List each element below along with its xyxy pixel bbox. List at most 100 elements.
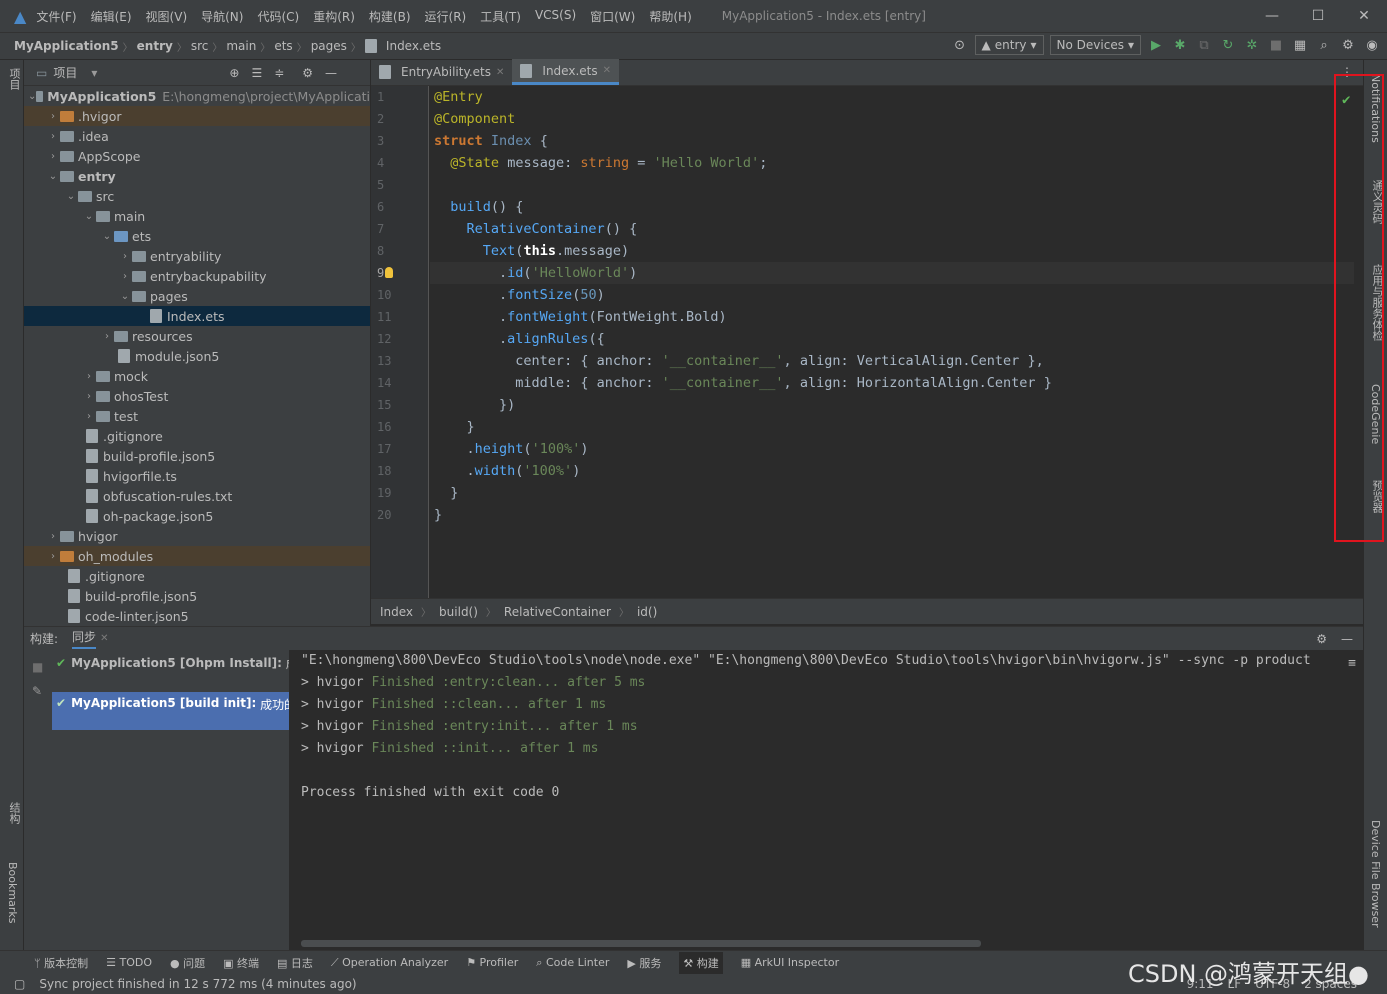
tree-row[interactable]: › ohosTest xyxy=(24,386,370,406)
menu-build[interactable]: 构建(B) xyxy=(369,8,411,25)
close-icon[interactable]: ✕ xyxy=(496,67,504,78)
crumb-file[interactable]: Index.ets xyxy=(386,39,441,53)
locate-icon[interactable]: ⊕ xyxy=(229,66,239,80)
maximize-icon[interactable]: ☐ xyxy=(1295,0,1341,32)
tree-row[interactable]: module.json5 xyxy=(24,346,370,366)
menu-file[interactable]: 文件(F) xyxy=(36,8,76,25)
crumb-main[interactable]: main xyxy=(226,39,256,53)
horizontal-scrollbar[interactable] xyxy=(301,940,981,947)
tree-row[interactable]: › resources xyxy=(24,326,370,346)
tree-row[interactable]: .gitignore xyxy=(24,426,370,446)
tree-row[interactable]: hvigorfile.ts xyxy=(24,466,370,486)
code-crumb[interactable]: RelativeContainer xyxy=(504,605,611,619)
pin-icon[interactable]: ✎ xyxy=(32,684,42,698)
tool-problems[interactable]: ● 问题 xyxy=(170,955,205,971)
tool-operation-analyzer[interactable]: ⟋ Operation Analyzer xyxy=(331,956,448,970)
tree-row[interactable]: code-linter.json5 xyxy=(24,606,370,626)
code-crumb[interactable]: build() xyxy=(439,605,478,619)
lightbulb-icon[interactable] xyxy=(385,267,393,278)
tab-index[interactable]: Index.ets ✕ xyxy=(512,59,619,85)
menu-vcs[interactable]: VCS(S) xyxy=(535,8,576,25)
attach-icon[interactable]: ⧉ xyxy=(1195,36,1213,54)
crumb-ets[interactable]: ets xyxy=(274,39,292,53)
collapse-all-icon[interactable]: ≑ xyxy=(274,66,284,80)
close-icon[interactable]: ✕ xyxy=(603,65,611,76)
menu-tools[interactable]: 工具(T) xyxy=(480,8,521,25)
gear-icon[interactable]: ⚙ xyxy=(1316,632,1327,646)
device-file-browser-tool-tab[interactable]: Device File Browser xyxy=(1369,820,1382,928)
expand-all-icon[interactable]: ☰ xyxy=(251,66,262,80)
tool-code-linter[interactable]: ⌕ Code Linter xyxy=(536,956,609,970)
settings-icon[interactable]: ⚙ xyxy=(1339,36,1357,54)
bookmarks-tool-tab[interactable]: Bookmarks xyxy=(6,862,19,923)
tool-vcs[interactable]: ᛘ 版本控制 xyxy=(34,955,88,971)
account-icon[interactable]: ◉ xyxy=(1363,36,1381,54)
tool-profiler[interactable]: ⚑ Profiler xyxy=(466,956,518,969)
target-icon[interactable]: ⊙ xyxy=(951,36,969,54)
tree-row[interactable]: build-profile.json5 xyxy=(24,446,370,466)
project-tool-tab[interactable]: 项目 xyxy=(6,68,22,90)
tree-row[interactable]: › mock xyxy=(24,366,370,386)
wrap-icon[interactable]: ≡ xyxy=(1348,656,1356,671)
project-view-label[interactable]: 项目 xyxy=(53,64,77,81)
tree-row[interactable]: › oh_modules xyxy=(24,546,370,566)
stop-icon[interactable]: ■ xyxy=(32,660,43,674)
tree-row[interactable]: ⌄ main xyxy=(24,206,370,226)
menu-code[interactable]: 代码(C) xyxy=(257,8,299,25)
tree-row[interactable]: ⌄ ets xyxy=(24,226,370,246)
tree-row[interactable]: › entrybackupability xyxy=(24,266,370,286)
code-crumb[interactable]: id() xyxy=(637,605,657,619)
module-select[interactable]: ▲ entry ▾ xyxy=(974,35,1044,55)
tree-row-root[interactable]: ⌄ MyApplication5 E:\hongmeng\project\MyApp… xyxy=(24,86,370,106)
code-editor[interactable]: @Entry @Component struct Index { @State … xyxy=(430,86,1354,598)
menu-edit[interactable]: 编辑(E) xyxy=(91,8,132,25)
hide-icon[interactable]: — xyxy=(1341,632,1353,646)
tab-sync[interactable]: 同步 xyxy=(72,628,97,649)
coverage-icon[interactable]: ✲ xyxy=(1243,36,1261,54)
code-crumb[interactable]: Index xyxy=(380,605,413,619)
tree-row[interactable]: ⌄ entry xyxy=(24,166,370,186)
menu-refactor[interactable]: 重构(R) xyxy=(313,8,355,25)
tool-arkui-inspector[interactable]: ▦ ArkUI Inspector xyxy=(741,956,839,969)
tool-log[interactable]: ▤ 日志 xyxy=(277,955,313,971)
crumb-pages[interactable]: pages xyxy=(311,39,347,53)
tree-row[interactable]: build-profile.json5 xyxy=(24,586,370,606)
build-item[interactable]: ✔ MyApplication5 [Ohpm Install]: 成功 xyxy=(52,652,289,674)
crumb-src[interactable]: src xyxy=(191,39,209,53)
menu-run[interactable]: 运行(R) xyxy=(425,8,467,25)
tool-build[interactable]: ⚒ 构建 xyxy=(679,951,723,974)
tool-terminal[interactable]: ▣ 终端 xyxy=(223,955,259,971)
tool-services[interactable]: ▶ 服务 xyxy=(627,955,661,971)
crumb-project[interactable]: MyApplication5 xyxy=(14,39,119,53)
minimize-icon[interactable]: — xyxy=(1249,0,1295,32)
tree-row[interactable]: › entryability xyxy=(24,246,370,266)
tree-row[interactable]: › test xyxy=(24,406,370,426)
tree-row[interactable]: ⌄ src xyxy=(24,186,370,206)
close-icon[interactable]: ✕ xyxy=(100,633,108,644)
tree-row[interactable]: › AppScope xyxy=(24,146,370,166)
gear-icon[interactable]: ⚙ xyxy=(302,66,313,80)
device-select[interactable]: No Devices ▾ xyxy=(1049,35,1141,55)
run-icon[interactable]: ▶ xyxy=(1147,36,1165,54)
tree-row[interactable]: .gitignore xyxy=(24,566,370,586)
tree-row[interactable]: › hvigor xyxy=(24,526,370,546)
menu-window[interactable]: 窗口(W) xyxy=(590,8,635,25)
tree-row[interactable]: obfuscation-rules.txt xyxy=(24,486,370,506)
tree-row-selected[interactable]: Index.ets xyxy=(24,306,370,326)
tree-row[interactable]: › .hvigor xyxy=(24,106,370,126)
menu-help[interactable]: 帮助(H) xyxy=(649,8,691,25)
debug-icon[interactable]: ✱ xyxy=(1171,36,1189,54)
device-manager-icon[interactable]: ▦ xyxy=(1291,36,1309,54)
tab-entryability[interactable]: EntryAbility.ets ✕ xyxy=(371,59,512,85)
tree-row[interactable]: oh-package.json5 xyxy=(24,506,370,526)
hide-icon[interactable]: — xyxy=(325,66,337,80)
tool-todo[interactable]: ☰ TODO xyxy=(106,956,152,969)
chevron-down-icon[interactable]: ▾ xyxy=(91,66,97,80)
stop-icon[interactable]: ■ xyxy=(1267,36,1285,54)
tree-row[interactable]: ⌄ pages xyxy=(24,286,370,306)
build-console[interactable]: "E:\hongmeng\800\DevEco Studio\tools\nod… xyxy=(291,650,1356,950)
crumb-entry[interactable]: entry xyxy=(137,39,173,53)
reload-icon[interactable]: ↻ xyxy=(1219,36,1237,54)
search-icon[interactable]: ⌕ xyxy=(1315,36,1333,54)
structure-tool-tab[interactable]: 结构 xyxy=(6,802,22,824)
